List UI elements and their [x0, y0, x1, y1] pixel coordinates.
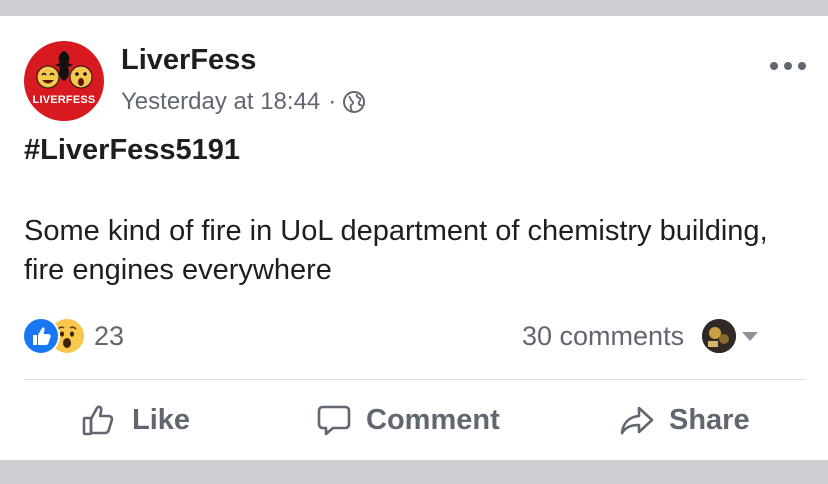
share-label: Share — [669, 403, 750, 436]
globe-icon[interactable] — [342, 90, 366, 114]
page-avatar[interactable]: LIVERFESS — [24, 41, 104, 121]
share-button[interactable]: Share — [619, 396, 750, 444]
avatar-label: LIVERFESS — [32, 94, 96, 106]
speech-bubble-icon — [317, 405, 351, 436]
like-label: Like — [132, 403, 191, 436]
post-timestamp[interactable]: Yesterday at 18:44 — [121, 88, 320, 116]
like-icon — [22, 317, 60, 355]
commenter-avatar — [702, 319, 737, 353]
page-name-link[interactable]: LiverFess — [121, 44, 256, 77]
post-body: Some kind of fire in UoL department of c… — [24, 215, 768, 286]
liverfess-logo-icon — [36, 51, 93, 89]
comments-summary[interactable]: 30 comments — [522, 316, 759, 356]
post-card: LIVERFESS LiverFess Yesterday at 18:44 ·… — [0, 16, 828, 460]
like-button[interactable]: Like — [80, 396, 190, 444]
thumbs-up-icon — [82, 405, 114, 436]
comment-label: Comment — [366, 403, 500, 436]
post-hashtag[interactable]: #LiverFess5191 — [24, 134, 240, 167]
meta-separator: · — [328, 88, 337, 115]
post-meta: Yesterday at 18:44 · — [121, 87, 366, 117]
divider — [24, 379, 804, 380]
feed-separator-top — [0, 0, 828, 16]
chevron-down-icon[interactable] — [742, 331, 759, 341]
comments-count[interactable]: 30 comments — [522, 321, 684, 352]
comment-button[interactable]: Comment — [316, 396, 500, 444]
post-actions-bar: Like Comment Share — [0, 396, 828, 444]
reaction-count: 23 — [94, 320, 125, 351]
share-arrow-icon — [620, 406, 654, 435]
reactions-summary[interactable]: 23 — [22, 316, 124, 356]
more-options-icon[interactable] — [770, 56, 806, 76]
feed-separator-bottom — [0, 460, 828, 484]
